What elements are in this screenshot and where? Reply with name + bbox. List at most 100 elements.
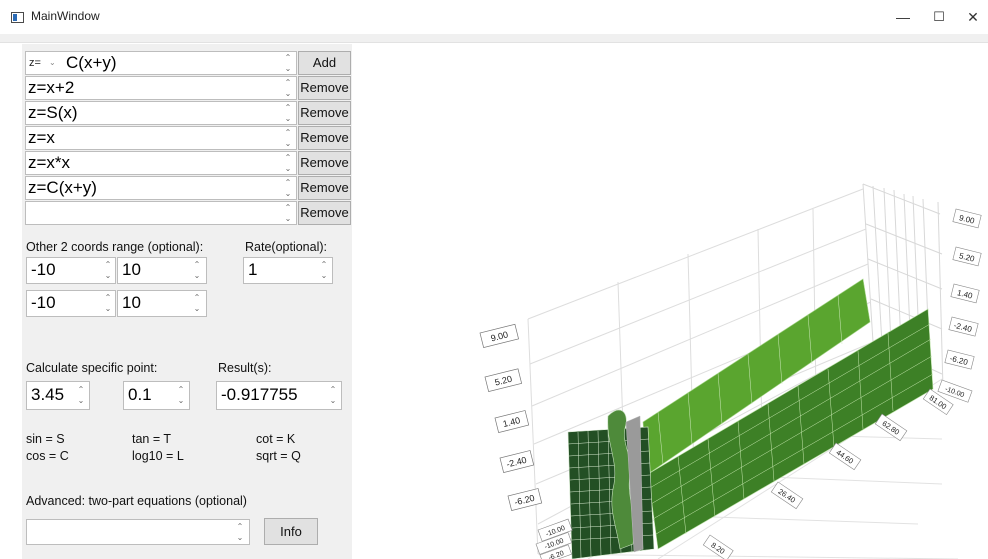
spin-down-icon[interactable]: ⌄ xyxy=(282,89,294,99)
spin-down-icon[interactable]: ⌄ xyxy=(282,64,294,74)
advanced-input[interactable]: ⌃ ⌄ xyxy=(26,519,250,545)
spin-down-icon[interactable]: ⌄ xyxy=(191,304,203,314)
main-window: MainWindow — ☐ ✕ z= ⌄ C(x+y) ⌃ ⌄ Add z=x… xyxy=(0,0,988,559)
equation-text: z=C(x+y) xyxy=(28,178,97,197)
rate-spinner[interactable]: ⌃ ⌄ xyxy=(318,260,330,282)
remove-button[interactable]: Remove xyxy=(298,176,351,200)
remove-button[interactable]: Remove xyxy=(298,101,351,125)
spin-up-icon[interactable]: ⌃ xyxy=(191,293,203,303)
legend-sin: sin = S xyxy=(26,432,65,446)
equation-field[interactable]: z=x ⌃ ⌄ xyxy=(25,126,297,150)
advanced-spinner[interactable]: ⌃ ⌄ xyxy=(234,522,246,544)
result-field[interactable]: -0.917755 ⌃ ⌄ xyxy=(216,381,342,410)
left-axis-ticks: 9.00 5.20 1.40 -2.40 -6.20 -10.00 xyxy=(479,323,573,542)
spin-down-icon[interactable]: ⌄ xyxy=(327,396,339,406)
spin-up-icon[interactable]: ⌃ xyxy=(282,78,294,88)
range-spinner[interactable]: ⌃ ⌄ xyxy=(102,260,114,282)
menu-strip xyxy=(0,34,988,43)
equation-spinner[interactable]: ⌃ ⌄ xyxy=(282,53,294,75)
range-max-2-input[interactable]: 10 ⌃ ⌄ xyxy=(117,290,207,317)
rate-input[interactable]: 1 ⌃ ⌄ xyxy=(243,257,333,284)
spin-down-icon[interactable]: ⌄ xyxy=(318,271,330,281)
point-x-input[interactable]: 3.45 ⌃ ⌄ xyxy=(26,381,90,410)
spin-up-icon[interactable]: ⌃ xyxy=(102,260,114,270)
equation-spinner[interactable]: ⌃ ⌄ xyxy=(282,203,294,225)
equation-field[interactable]: z=x*x ⌃ ⌄ xyxy=(25,151,297,175)
spin-up-icon[interactable]: ⌃ xyxy=(282,128,294,138)
info-button[interactable]: Info xyxy=(264,518,318,545)
range-min-1-input[interactable]: -10 ⌃ ⌄ xyxy=(26,257,116,284)
spin-up-icon[interactable]: ⌃ xyxy=(318,260,330,270)
spin-up-icon[interactable]: ⌃ xyxy=(191,260,203,270)
equation-spinner[interactable]: ⌃ ⌄ xyxy=(282,78,294,100)
spin-up-icon[interactable]: ⌃ xyxy=(282,103,294,113)
close-button[interactable]: ✕ xyxy=(950,0,988,34)
equation-spinner[interactable]: ⌃ ⌄ xyxy=(282,178,294,200)
equation-text: z=x xyxy=(28,128,55,147)
spin-up-icon[interactable]: ⌃ xyxy=(327,385,339,395)
equation-list-item: z=x+2 ⌃ ⌄ Remove xyxy=(25,76,351,100)
point-y-input[interactable]: 0.1 ⌃ ⌄ xyxy=(123,381,190,410)
spin-down-icon[interactable]: ⌄ xyxy=(102,271,114,281)
point-x-value: 3.45 xyxy=(31,385,65,404)
equation-input[interactable]: z= ⌄ C(x+y) ⌃ ⌄ xyxy=(25,51,297,75)
range-label: Other 2 coords range (optional): xyxy=(26,240,204,254)
range-value: 10 xyxy=(122,293,141,312)
range-spinner[interactable]: ⌃ ⌄ xyxy=(102,293,114,315)
range-value: -10 xyxy=(31,293,56,312)
range-spinner[interactable]: ⌃ ⌄ xyxy=(191,260,203,282)
range-max-1-input[interactable]: 10 ⌃ ⌄ xyxy=(117,257,207,284)
spin-up-icon[interactable]: ⌃ xyxy=(282,178,294,188)
spin-down-icon[interactable]: ⌄ xyxy=(282,214,294,224)
spin-up-icon[interactable]: ⌃ xyxy=(282,203,294,213)
range-min-2-input[interactable]: -10 ⌃ ⌄ xyxy=(26,290,116,317)
remove-button[interactable]: Remove xyxy=(298,126,351,150)
rate-value: 1 xyxy=(248,260,258,279)
spin-up-icon[interactable]: ⌃ xyxy=(75,385,87,395)
point-y-spinner[interactable]: ⌃ ⌄ xyxy=(175,385,187,407)
point-label: Calculate specific point: xyxy=(26,361,158,375)
equation-spinner[interactable]: ⌃ ⌄ xyxy=(282,153,294,175)
equation-spinner[interactable]: ⌃ ⌄ xyxy=(282,103,294,125)
equation-list-item: z=x*x ⌃ ⌄ Remove xyxy=(25,151,351,175)
equation-field[interactable]: z=S(x) ⌃ ⌄ xyxy=(25,101,297,125)
chevron-down-icon[interactable]: ⌄ xyxy=(49,58,56,67)
spin-down-icon[interactable]: ⌄ xyxy=(282,189,294,199)
result-spinner[interactable]: ⌃ ⌄ xyxy=(327,385,339,407)
equation-spinner[interactable]: ⌃ ⌄ xyxy=(282,128,294,150)
equation-list-item: ⌃ ⌄ Remove xyxy=(25,201,351,225)
equation-text: C(x+y) xyxy=(66,53,117,72)
spin-up-icon[interactable]: ⌃ xyxy=(234,522,246,532)
remove-button[interactable]: Remove xyxy=(298,151,351,175)
remove-button[interactable]: Remove xyxy=(298,76,351,100)
equation-field[interactable]: z=x+2 ⌃ ⌄ xyxy=(25,76,297,100)
spin-up-icon[interactable]: ⌃ xyxy=(102,293,114,303)
spin-down-icon[interactable]: ⌄ xyxy=(282,114,294,124)
spin-up-icon[interactable]: ⌃ xyxy=(282,53,294,63)
spin-down-icon[interactable]: ⌄ xyxy=(102,304,114,314)
equation-list-item: z=S(x) ⌃ ⌄ Remove xyxy=(25,101,351,125)
result-value: -0.917755 xyxy=(221,385,298,404)
remove-button[interactable]: Remove xyxy=(298,201,351,225)
point-x-spinner[interactable]: ⌃ ⌄ xyxy=(75,385,87,407)
surface-3d-view[interactable]: 9.00 5.20 1.40 -2.40 -6.20 -10.00 -10.00… xyxy=(358,44,988,559)
add-button[interactable]: Add xyxy=(298,51,351,75)
spin-up-icon[interactable]: ⌃ xyxy=(282,153,294,163)
spin-down-icon[interactable]: ⌄ xyxy=(75,396,87,406)
legend-sqrt: sqrt = Q xyxy=(256,449,301,463)
range-spinner[interactable]: ⌃ ⌄ xyxy=(191,293,203,315)
control-panel: z= ⌄ C(x+y) ⌃ ⌄ Add z=x+2 ⌃ ⌄ Remove z=S(… xyxy=(22,44,352,559)
equation-field[interactable]: ⌃ ⌄ xyxy=(25,201,297,225)
spin-up-icon[interactable]: ⌃ xyxy=(175,385,187,395)
equation-text: z=x+2 xyxy=(28,78,75,97)
spin-down-icon[interactable]: ⌄ xyxy=(191,271,203,281)
spin-down-icon[interactable]: ⌄ xyxy=(234,533,246,543)
spin-down-icon[interactable]: ⌄ xyxy=(282,164,294,174)
equation-field[interactable]: z=C(x+y) ⌃ ⌄ xyxy=(25,176,297,200)
spin-down-icon[interactable]: ⌄ xyxy=(175,396,187,406)
equation-input-row: z= ⌄ C(x+y) ⌃ ⌄ Add xyxy=(25,51,351,75)
legend-tan: tan = T xyxy=(132,432,172,446)
spin-down-icon[interactable]: ⌄ xyxy=(282,139,294,149)
surface-plot-svg[interactable]: 9.00 5.20 1.40 -2.40 -6.20 -10.00 -10.00… xyxy=(358,44,988,559)
prefix-combo[interactable]: z= xyxy=(29,57,41,69)
